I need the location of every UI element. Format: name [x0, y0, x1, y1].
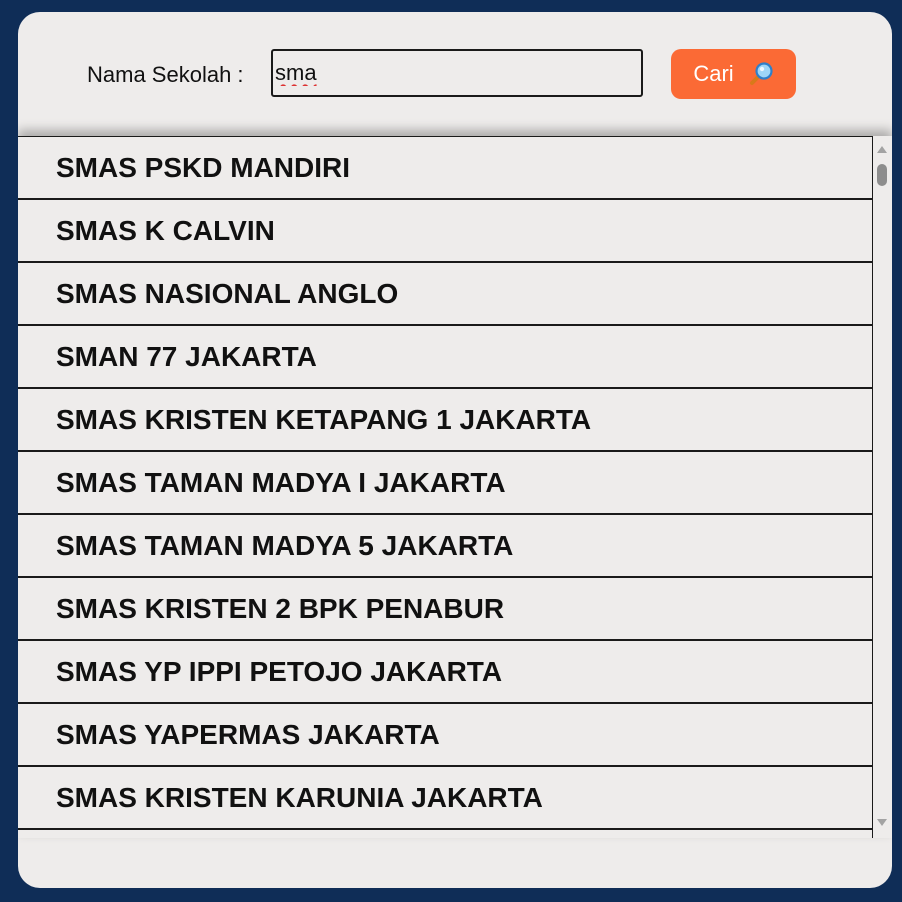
school-result-item[interactable]: SMAS KRISTEN KARUNIA JAKARTA: [18, 767, 872, 830]
school-name-input[interactable]: [271, 49, 643, 97]
school-result-item[interactable]: SMAN 77 JAKARTA: [18, 326, 872, 389]
school-result-item[interactable]: SMAS TAMAN MADYA 5 JAKARTA: [18, 515, 872, 578]
scroll-up-arrow-icon[interactable]: [877, 146, 887, 153]
results-container: SMAS PSKD MANDIRI SMAS K CALVIN SMAS NASIO…: [18, 136, 892, 838]
school-result-item[interactable]: SMAS KRISTEN KETAPANG 1 JAKARTA: [18, 389, 872, 452]
search-bar: Nama Sekolah : Cari: [18, 12, 892, 136]
school-result-item[interactable]: SMAS YAPERMAS JAKARTA: [18, 704, 872, 767]
search-panel: Nama Sekolah : Cari SMAS PSKD MANDIRISMA…: [18, 12, 892, 888]
school-result-item[interactable]: SMAS TAMAN MADYA I JAKARTA: [18, 452, 872, 515]
results-list[interactable]: SMAS PSKD MANDIRI SMAS K CALVIN SMAS NASIO…: [18, 136, 873, 838]
school-result-item[interactable]: SMAS KRISTEN 2 BPK PENABUR: [18, 578, 872, 641]
magnifier-icon: [748, 61, 774, 87]
school-name-label: Nama Sekolah :: [87, 62, 244, 87]
scrollbar[interactable]: [873, 136, 892, 838]
school-result-item[interactable]: SMAS YP IPPI PETOJO JAKARTA: [18, 641, 872, 704]
scroll-thumb[interactable]: [877, 164, 887, 186]
search-button[interactable]: Cari: [671, 49, 796, 99]
school-result-item[interactable]: [18, 830, 872, 838]
school-result-item[interactable]: SMAS NASIONAL ANGLO: [18, 263, 872, 326]
school-result-item[interactable]: SMAS K CALVIN: [18, 200, 872, 263]
school-result-item[interactable]: SMAS PSKD MANDIRI: [18, 137, 872, 200]
scroll-down-arrow-icon[interactable]: [877, 819, 887, 826]
search-button-label: Cari: [693, 61, 734, 86]
